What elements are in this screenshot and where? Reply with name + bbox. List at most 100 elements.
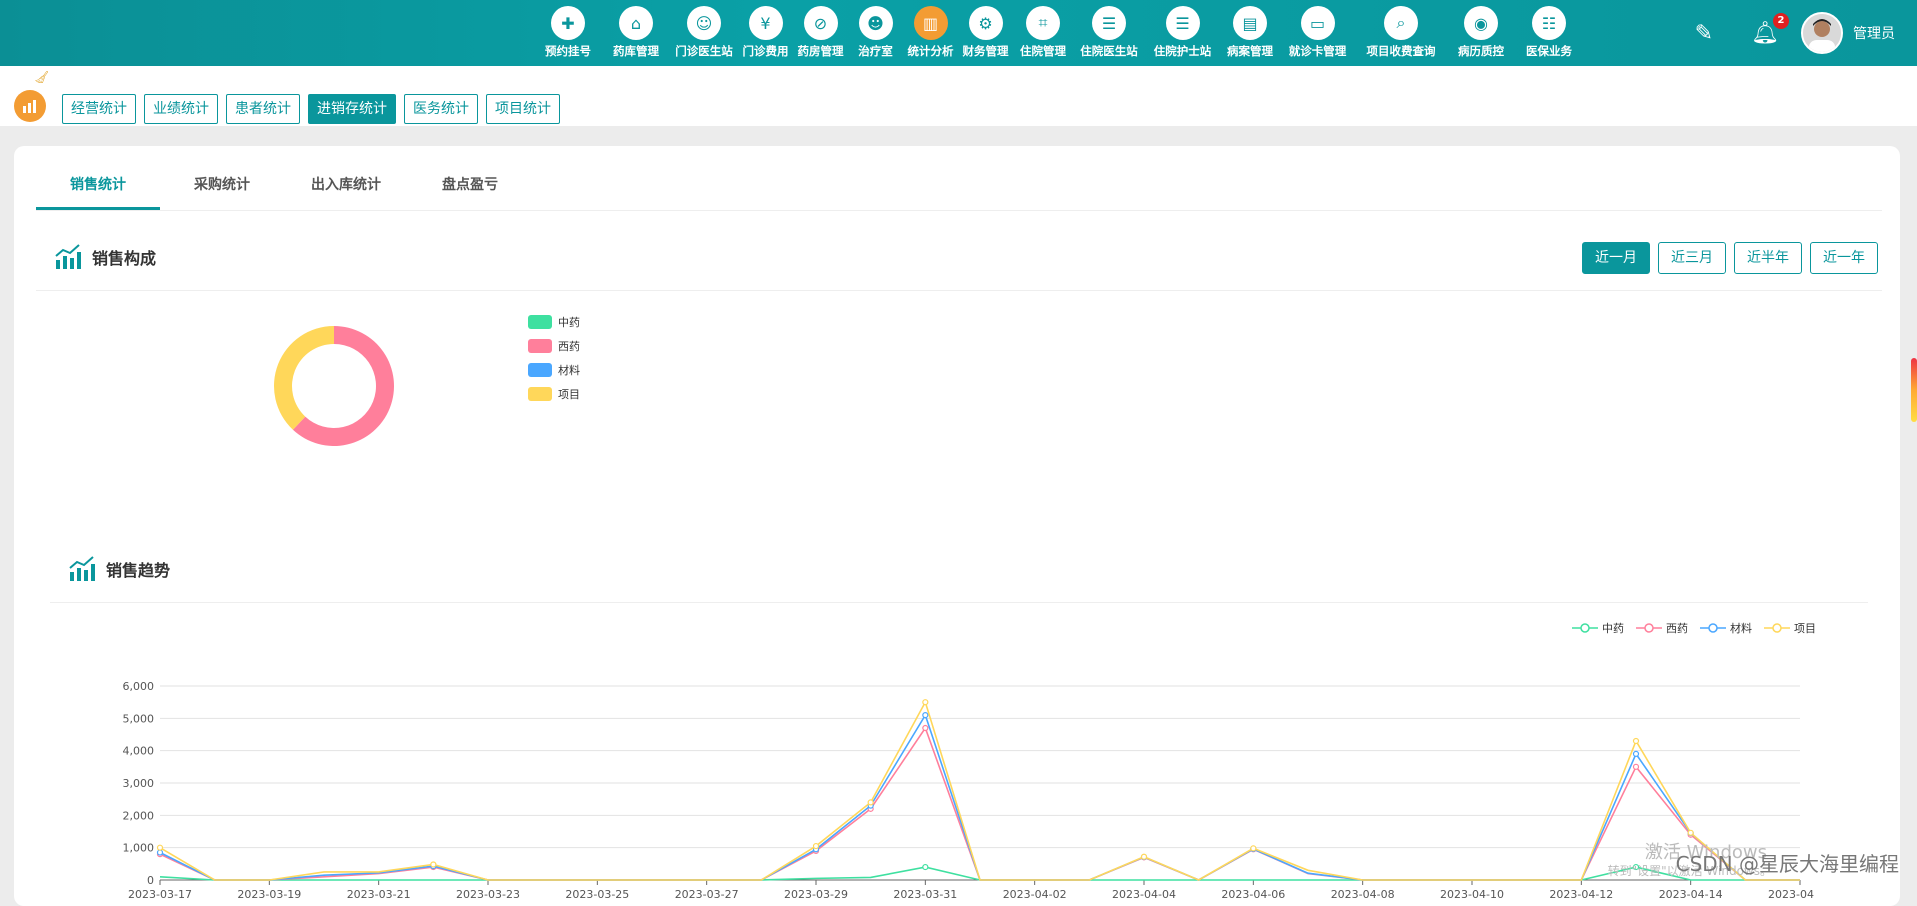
data-point[interactable]: [867, 799, 874, 806]
nav-item[interactable]: ▥ 统计分析: [903, 6, 958, 59]
x-tick-label: 2023-03-19: [237, 888, 301, 901]
nav-item-label: 门诊医生站: [675, 44, 733, 58]
nav-item-label: 治疗室: [858, 44, 893, 58]
range-button[interactable]: 近半年: [1734, 242, 1802, 274]
nav-item-label: 门诊费用: [742, 44, 789, 58]
nav-item-icon: ⚙: [968, 6, 1003, 40]
x-tick-label: 2023-04-06: [1221, 888, 1285, 901]
nav-item[interactable]: ☺ 门诊医生站: [670, 6, 738, 59]
legend-label: 材料: [558, 364, 580, 377]
subtab[interactable]: 医务统计: [404, 94, 478, 124]
legend-label: 项目: [1794, 622, 1816, 635]
username[interactable]: 管理员: [1853, 23, 1895, 43]
data-point[interactable]: [156, 844, 164, 851]
legend-label: 中药: [1602, 622, 1624, 635]
data-point[interactable]: [812, 842, 820, 850]
nav-item-label: 医保业务: [1526, 44, 1572, 58]
pencil-icon[interactable]: ✎: [1695, 21, 1713, 46]
legend-item[interactable]: 西药: [1636, 620, 1688, 636]
tab[interactable]: 采购统计: [160, 164, 284, 210]
legend-item[interactable]: 项目: [528, 382, 580, 406]
top-navbar: ✚ 预约挂号 ⌂ 药库管理 ☺ 门诊医生站 ¥ 门诊费用 ⊘ 药房管理 ☻ 治疗室 ▥ 统计分析 ⚙ 财务管理…: [0, 0, 1917, 66]
chart-trend-icon: [69, 556, 95, 581]
nav-item[interactable]: ☰ 住院护士站: [1145, 6, 1220, 59]
x-tick-label: 2023-03-21: [347, 888, 411, 901]
time-range-selector: 近一月 近三月 近半年 近一年: [1574, 242, 1878, 274]
nav-item[interactable]: ⌂ 药库管理: [602, 6, 670, 59]
nav-item[interactable]: ¥ 门诊费用: [738, 6, 793, 59]
notification-badge: 2: [1773, 12, 1789, 29]
x-tick-label: 2023-04-16: [1768, 888, 1814, 901]
chart-trend-icon: [55, 244, 81, 269]
nav-item[interactable]: ⌕ 项目收费查询: [1355, 6, 1447, 59]
nav-item[interactable]: ☻ 治疗室: [848, 6, 903, 59]
data-point[interactable]: [430, 861, 437, 868]
tab[interactable]: 销售统计: [36, 164, 160, 210]
range-button[interactable]: 近一月: [1582, 242, 1650, 274]
data-point[interactable]: [922, 724, 929, 732]
tab[interactable]: 盘点盈亏: [408, 164, 532, 210]
legend-swatch: [528, 339, 552, 353]
nav-item-icon: ▭: [1300, 6, 1335, 40]
nav-item-label: 住院护士站: [1153, 44, 1212, 58]
y-tick-label: 5,000: [123, 712, 155, 725]
nav-item-icon: ☻: [858, 6, 893, 40]
broom-icon[interactable]: 🧹︎: [34, 70, 49, 84]
nav-item[interactable]: ⚙ 财务管理: [958, 6, 1013, 59]
data-point[interactable]: [922, 711, 929, 719]
data-point[interactable]: [1632, 763, 1640, 770]
x-tick-label: 2023-04-04: [1112, 888, 1176, 901]
range-button[interactable]: 近一年: [1810, 242, 1878, 274]
data-point[interactable]: [1140, 853, 1148, 860]
nav-item-label: 统计分析: [907, 44, 954, 58]
nav-item[interactable]: ⌗ 住院管理: [1013, 6, 1073, 59]
legend-item[interactable]: 材料: [1700, 620, 1752, 636]
sales-trend-line-chart: 0 1,000 2,000 3,000 4,000 5,000 6,000 2023-03-1…: [123, 680, 1815, 901]
nav-item[interactable]: ✚ 预约挂号: [534, 6, 602, 59]
user-area: ✎ 🔔︎ 2 管理员: [1695, 0, 1917, 66]
legend-item[interactable]: 中药: [528, 310, 580, 334]
range-button[interactable]: 近三月: [1658, 242, 1726, 274]
nav-item-label: 病历质控: [1458, 44, 1504, 58]
nav-item[interactable]: ☷ 医保业务: [1515, 6, 1583, 59]
y-tick-label: 0: [147, 874, 154, 887]
divider: [50, 602, 1868, 603]
nav-item-label: 预约挂号: [545, 44, 591, 58]
nav-item[interactable]: ▭ 就诊卡管理: [1280, 6, 1355, 59]
subtab[interactable]: 业绩统计: [144, 94, 218, 124]
data-point[interactable]: [1687, 829, 1694, 836]
subtab[interactable]: 项目统计: [486, 94, 560, 124]
y-tick-label: 1,000: [123, 842, 155, 855]
nav-item-icon: ☰: [1165, 6, 1200, 40]
data-point[interactable]: [1250, 845, 1257, 852]
legend-label: 西药: [558, 340, 580, 353]
legend-item[interactable]: 项目: [1764, 620, 1816, 636]
nav-item[interactable]: ☰ 住院医生站: [1073, 6, 1145, 59]
nav-item-icon: ⌂: [619, 6, 653, 40]
nav-item[interactable]: ▤ 病案管理: [1220, 6, 1280, 59]
legend-item[interactable]: 西药: [528, 334, 580, 358]
nav-item[interactable]: ◉ 病历质控: [1447, 6, 1515, 59]
subtab[interactable]: 经营统计: [62, 94, 136, 124]
data-point[interactable]: [1632, 750, 1640, 758]
legend-item[interactable]: 中药: [1572, 620, 1624, 636]
data-point[interactable]: [922, 863, 929, 871]
notification-bell-icon[interactable]: 🔔︎ 2: [1751, 12, 1789, 46]
scrollbar[interactable]: [1911, 358, 1917, 422]
data-point[interactable]: [922, 699, 929, 706]
tab[interactable]: 出入库统计: [284, 164, 408, 210]
y-tick-label: 4,000: [123, 745, 155, 758]
x-tick-label: 2023-03-27: [675, 888, 739, 901]
nav-item-label: 住院管理: [1020, 44, 1066, 58]
subtab[interactable]: 患者统计: [226, 94, 300, 124]
nav-item[interactable]: ⊘ 药房管理: [793, 6, 848, 59]
x-tick-label: 2023-04-10: [1440, 888, 1504, 901]
legend-swatch: [528, 387, 552, 401]
pie-slice[interactable]: [273, 326, 334, 430]
subtab[interactable]: 进销存统计: [308, 94, 396, 124]
legend-item[interactable]: 材料: [528, 358, 580, 382]
data-point[interactable]: [1632, 737, 1640, 745]
x-tick-label: 2023-04-12: [1549, 888, 1613, 901]
avatar[interactable]: [1801, 12, 1843, 54]
legend-line-marker: [1636, 623, 1662, 633]
